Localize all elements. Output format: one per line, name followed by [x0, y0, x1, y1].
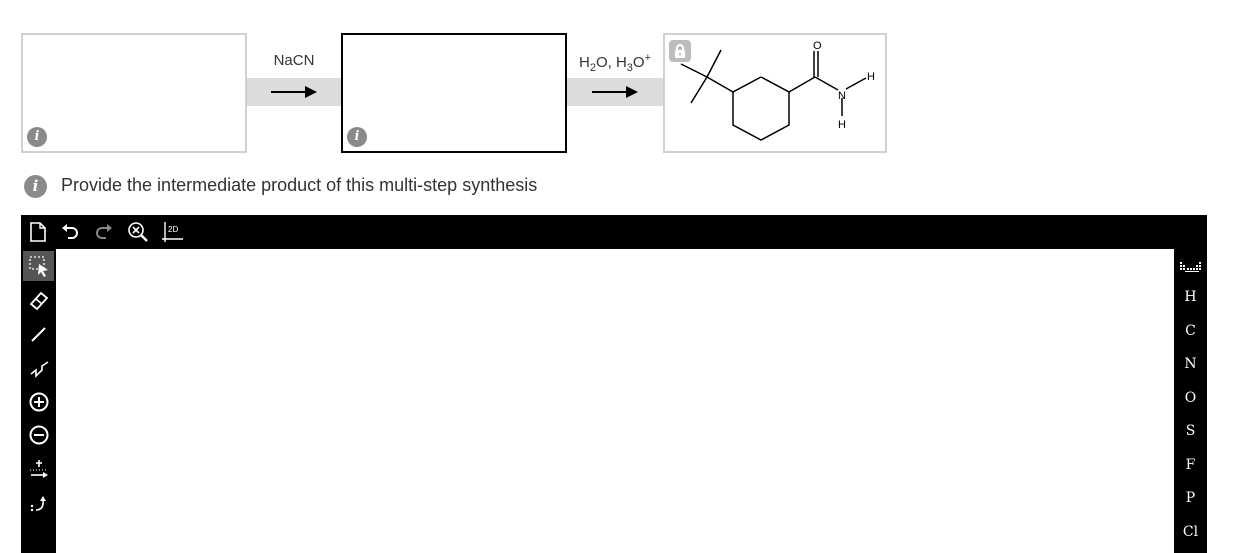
molecule-editor: 2D H C N O S F P Cl — [21, 215, 1207, 553]
element-f-button[interactable]: F — [1174, 457, 1207, 473]
product-structure: O N H H — [680, 40, 875, 141]
chain-icon[interactable] — [23, 353, 54, 383]
product-box: O N H H — [663, 33, 887, 153]
step1-arrow — [247, 78, 341, 106]
eraser-icon[interactable] — [23, 285, 54, 315]
nitrogen-label: N — [838, 90, 846, 102]
element-s-button[interactable]: S — [1174, 423, 1207, 439]
tool-sidebar — [21, 249, 56, 553]
element-sidebar: H C N O S F P Cl — [1174, 249, 1207, 553]
element-h-button[interactable]: H — [1174, 289, 1207, 305]
element-n-button[interactable]: N — [1174, 356, 1207, 372]
element-cl-button[interactable]: Cl — [1174, 524, 1207, 540]
reaction-arrow-icon — [271, 86, 317, 98]
prompt-text: Provide the intermediate product of this… — [61, 175, 538, 195]
element-p-button[interactable]: P — [1174, 490, 1207, 506]
step1-reagent: NaCN — [273, 52, 315, 69]
undo-icon[interactable] — [59, 221, 81, 243]
hydrogen-label: H — [867, 71, 875, 83]
info-icon[interactable]: i — [24, 175, 47, 198]
reaction-arrow-icon — [592, 86, 638, 98]
starting-material-box[interactable]: i — [21, 33, 247, 153]
hydrogen-label: H — [838, 119, 846, 131]
svg-text:2D: 2D — [168, 225, 178, 234]
electron-push-icon[interactable] — [23, 488, 54, 518]
drawing-canvas[interactable] — [56, 249, 1174, 553]
periodic-table-icon[interactable] — [1174, 257, 1207, 277]
intermediate-product-box[interactable]: i — [341, 33, 567, 153]
charge-plus-icon[interactable] — [23, 387, 54, 417]
oxygen-label: O — [813, 40, 822, 52]
info-icon[interactable]: i — [27, 127, 47, 147]
zoom-clear-icon[interactable] — [126, 221, 150, 243]
info-icon[interactable]: i — [347, 127, 367, 147]
charge-minus-icon[interactable] — [23, 420, 54, 450]
new-document-icon[interactable] — [27, 221, 49, 243]
reaction-arrow-icon[interactable] — [23, 454, 54, 484]
editor-toolbar: 2D — [21, 215, 1207, 248]
step2-reagent: H2O, H3O+ — [578, 52, 652, 74]
step2-arrow — [567, 78, 663, 106]
single-bond-icon[interactable] — [23, 319, 54, 349]
element-c-button[interactable]: C — [1174, 323, 1207, 339]
2d-clean-icon[interactable]: 2D — [161, 220, 185, 244]
redo-icon[interactable] — [93, 221, 115, 243]
select-icon[interactable] — [23, 251, 54, 281]
element-o-button[interactable]: O — [1174, 390, 1207, 406]
